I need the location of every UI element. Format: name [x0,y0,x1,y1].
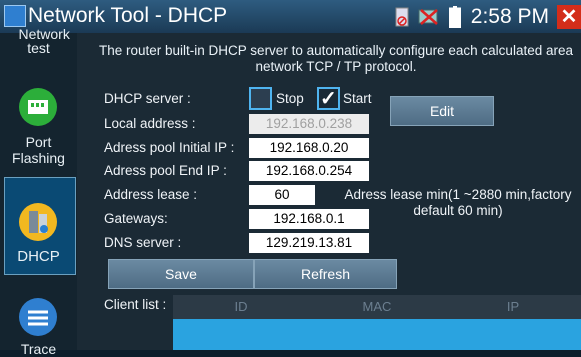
save-button[interactable]: Save [108,259,254,289]
stop-checkbox[interactable] [249,87,272,110]
description: The router built-in DHCP server to autom… [99,43,573,74]
client-table[interactable]: ID MAC IP [173,295,581,350]
start-checkbox[interactable]: ✓ [317,87,340,110]
gateways-label: Gateways: [104,211,168,226]
address-lease-label: Address lease : [104,187,198,202]
column-header-mac: MAC [362,299,392,314]
gateways-field[interactable]: 192.168.0.1 [249,209,369,229]
local-address-field: 192.168.0.238 [249,114,369,134]
status-area: 2:58 PM ✕ [395,0,581,33]
sidebar: Network test Port Flashing DHCP Trace [0,27,77,357]
sidebar-item-trace[interactable]: Trace [0,341,77,357]
sidebar-item-label: Port Flashing [12,134,65,166]
local-address-label: Local address : [104,116,196,131]
sim-card-icon [395,7,409,26]
title-bar: Network Tool - DHCP 2:58 PM ✕ [0,0,581,33]
dhcp-server-label: DHCP server : [104,91,191,106]
sidebar-item-network-test[interactable]: Network test [0,27,77,55]
client-list-label: Client list : [104,297,167,312]
pool-initial-ip-label: Adress pool Initial IP : [104,140,235,155]
clock: 2:58 PM [470,4,549,28]
client-table-header: ID MAC IP [173,295,581,319]
pool-initial-ip-field[interactable]: 192.168.0.20 [249,138,369,158]
stop-label: Stop [276,91,304,106]
port-flashing-icon [19,88,57,126]
battery-icon [448,5,461,28]
no-network-icon [418,8,438,25]
dns-server-field[interactable]: 129.219.13.81 [249,233,369,253]
column-header-id: ID [234,299,248,314]
sidebar-item-dhcp-label: DHCP [17,248,60,265]
column-header-ip: IP [506,299,520,314]
pool-end-ip-label: Adress pool End IP : [104,163,227,178]
sidebar-item-port-flashing[interactable]: Port Flashing [0,134,77,166]
sidebar-item-label: Network test [18,26,70,56]
window-title: Network Tool - DHCP [28,4,228,27]
trace-icon [19,298,57,336]
pool-end-ip-field[interactable]: 192.168.0.254 [249,161,369,181]
close-button[interactable]: ✕ [557,4,581,29]
dns-server-label: DNS server : [104,235,182,250]
address-lease-field[interactable]: 60 [249,185,315,205]
start-label: Start [343,91,372,106]
app-icon [4,5,26,27]
dhcp-icon [19,203,57,241]
refresh-button[interactable]: Refresh [254,259,397,289]
close-icon: ✕ [560,6,578,28]
checkmark-icon: ✓ [320,88,337,110]
main-panel: The router built-in DHCP server to autom… [77,33,581,350]
edit-button[interactable]: Edit [390,96,494,126]
